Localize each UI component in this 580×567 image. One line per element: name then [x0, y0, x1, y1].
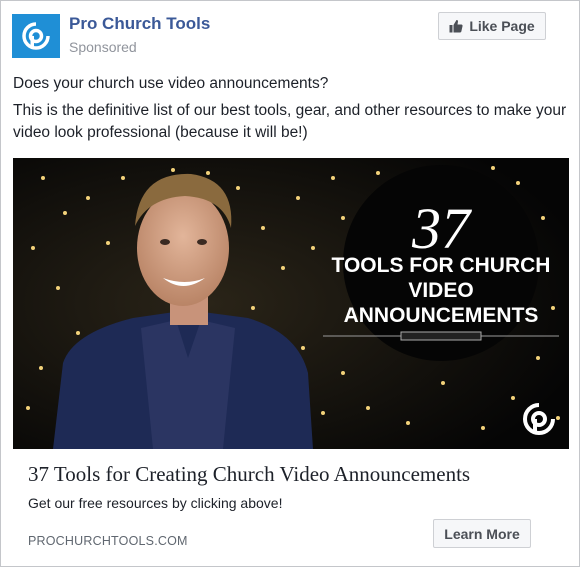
headline-number: 37 — [411, 196, 472, 261]
headline-line-1: TOOLS FOR CHURCH — [332, 254, 551, 277]
page-name-link[interactable]: Pro Church Tools — [69, 14, 210, 34]
pro-church-tools-logo-icon — [22, 22, 50, 50]
post-text-line-1: Does your church use video announcements… — [13, 75, 329, 92]
link-description: Get our free resources by clicking above… — [28, 495, 283, 511]
headline-line-3: ANNOUNCEMENTS — [344, 304, 539, 327]
page-avatar[interactable] — [12, 14, 60, 58]
link-domain: PROCHURCHTOOLS.COM — [28, 534, 188, 548]
link-title[interactable]: 37 Tools for Creating Church Video Annou… — [28, 462, 558, 487]
like-page-button[interactable]: Like Page — [438, 12, 546, 40]
ad-image[interactable]: 37 TOOLS FOR CHURCH VIDEO ANNOUNCEMENTS — [13, 158, 569, 449]
thumbs-up-icon — [449, 19, 463, 33]
learn-more-button[interactable]: Learn More — [433, 519, 531, 548]
headline-line-2: VIDEO — [408, 279, 473, 302]
post-text-line-2: This is the definitive list of our best … — [13, 102, 567, 141]
sponsored-post-card: Pro Church Tools Sponsored Like Page Doe… — [0, 0, 580, 567]
ad-image-graphic: 37 TOOLS FOR CHURCH VIDEO ANNOUNCEMENTS — [13, 158, 569, 449]
post-text: Does your church use video announcements… — [13, 73, 569, 149]
like-page-label: Like Page — [469, 18, 535, 34]
sponsored-label: Sponsored — [69, 39, 137, 55]
